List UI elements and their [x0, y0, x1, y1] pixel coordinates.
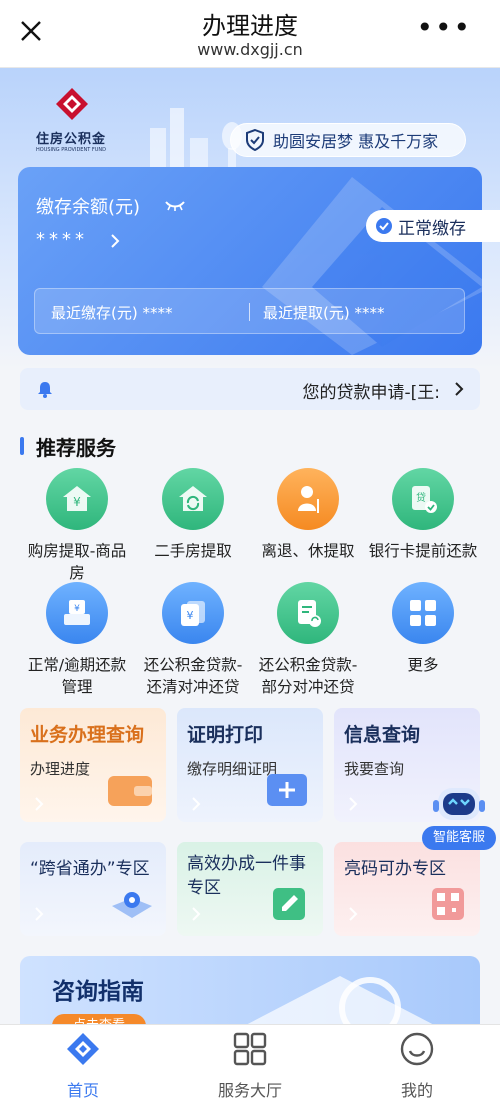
map-pin-icon: [112, 892, 152, 918]
edit-document-icon: [273, 888, 305, 920]
slogan-badge: 助圆安居梦 惠及千万家: [230, 123, 466, 157]
service-second-hand-withdrawal[interactable]: 二手房提取: [133, 468, 253, 562]
chevron-right-icon: [192, 797, 201, 811]
recent-deposit: 最近缴存(元) ****: [51, 304, 173, 322]
section-title: 推荐服务: [20, 432, 116, 460]
wallet-icon: [108, 776, 152, 806]
slogan-text: 助圆安居梦 惠及千万家: [273, 132, 439, 151]
tab-mine[interactable]: 我的: [357, 1031, 477, 1099]
grid-outline-icon: [233, 1032, 267, 1066]
more-icon[interactable]: •••: [416, 14, 472, 42]
eye-closed-icon[interactable]: [164, 199, 186, 211]
tab-label: 我的: [400, 1081, 433, 1099]
svg-text:¥: ¥: [74, 604, 80, 614]
tile-title: “跨省通办”专区: [30, 859, 150, 879]
assistant-label: 智能客服: [422, 826, 496, 850]
tile-subtitle: 我要查询: [344, 760, 405, 778]
chevron-right-icon[interactable]: [110, 233, 120, 249]
home-logo-icon: [67, 1033, 99, 1065]
house-money-icon: ¥: [46, 468, 108, 530]
tile-certificate-print[interactable]: 证明打印 缴存明细证明: [177, 708, 323, 822]
qr-code-icon: [432, 888, 464, 920]
tile-title: 业务办理查询: [30, 724, 145, 746]
book-illustration: [240, 976, 440, 1028]
tab-service-hall[interactable]: 服务大厅: [190, 1031, 310, 1099]
service-label: 还公积金贷款-部分对冲还贷: [258, 656, 358, 696]
chevron-right-icon: [35, 907, 44, 921]
top-bar: 办理进度 www.dxgjj.cn •••: [0, 0, 500, 68]
tile-subtitle: 办理进度: [30, 760, 91, 778]
tile-one-stop-service[interactable]: 高效办成一件事专区: [177, 842, 323, 936]
consult-title: 咨询指南: [52, 979, 144, 1005]
balance-value: ****: [36, 229, 88, 250]
notice-bar[interactable]: 您的贷款申请-[王:: [20, 368, 480, 410]
section-accent: [20, 437, 24, 455]
service-label: 正常/逾期还款管理: [27, 656, 127, 696]
tile-title: 证明打印: [187, 724, 264, 746]
loan-check-icon: 贷: [392, 468, 454, 530]
service-label: 离退、休提取: [261, 542, 355, 560]
elderly-person-icon: [277, 468, 339, 530]
shield-check-icon: [246, 129, 264, 151]
logo-name: 住房公积金: [36, 132, 107, 147]
grid-icon: [392, 582, 454, 644]
service-full-offset-repayment[interactable]: ¥ 还公积金贷款-还清对冲还贷: [133, 582, 253, 698]
balance-label: 缴存余额(元): [36, 197, 141, 218]
robot-icon: [433, 788, 485, 820]
tile-title: 亮码可办专区: [344, 859, 446, 879]
service-more[interactable]: 更多: [363, 582, 483, 676]
service-label: 二手房提取: [154, 542, 232, 560]
tab-label: 服务大厅: [217, 1081, 282, 1099]
service-label: 购房提取-商品房: [27, 542, 127, 582]
smart-assistant-button[interactable]: 智能客服: [422, 780, 496, 852]
recent-activity-box: 最近缴存(元) **** 最近提取(元) ****: [34, 288, 465, 334]
housing-fund-logo-icon: [56, 88, 88, 120]
house-refresh-icon: [162, 468, 224, 530]
tile-title: 信息查询: [344, 724, 421, 746]
chevron-right-icon[interactable]: [454, 381, 464, 397]
check-circle-icon: [376, 218, 392, 234]
service-label: 还公积金贷款-还清对冲还贷: [143, 656, 243, 696]
chevron-right-icon: [349, 907, 358, 921]
service-repayment-management[interactable]: ¥ 正常/逾期还款管理: [17, 582, 137, 698]
status-badge: 正常缴存: [366, 210, 500, 242]
tile-qr-code-service[interactable]: 亮码可办专区: [334, 842, 480, 936]
service-label: 银行卡提前还款: [368, 542, 478, 560]
chevron-right-icon: [349, 797, 358, 811]
chevron-right-icon: [35, 797, 44, 811]
money-cards-icon: ¥: [162, 582, 224, 644]
consult-guide-banner[interactable]: 咨询指南 点击查看: [20, 956, 480, 1028]
service-label: 更多: [407, 656, 439, 674]
status-text: 正常缴存: [398, 218, 466, 239]
divider: [249, 303, 250, 321]
svg-text:¥: ¥: [73, 495, 81, 509]
service-card-early-repayment[interactable]: 贷 银行卡提前还款: [363, 468, 483, 562]
printer-money-icon: ¥: [46, 582, 108, 644]
smile-face-icon: [400, 1032, 434, 1066]
bottom-tab-bar: 首页 服务大厅 我的: [0, 1024, 500, 1099]
service-retirement-withdrawal[interactable]: 离退、休提取: [248, 468, 368, 562]
recent-withdraw: 最近提取(元) ****: [263, 304, 385, 322]
tile-cross-province[interactable]: “跨省通办”专区: [20, 842, 166, 936]
svg-text:¥: ¥: [187, 609, 194, 622]
print-add-icon: [267, 774, 307, 806]
document-refresh-icon: [277, 582, 339, 644]
bell-icon: [38, 382, 52, 398]
service-home-purchase-withdrawal[interactable]: ¥ 购房提取-商品房: [17, 468, 137, 584]
balance-card[interactable]: 缴存余额(元) **** 最近缴存(元) **** 最近提取(元) ****: [18, 167, 482, 355]
tile-business-query[interactable]: 业务办理查询 办理进度: [20, 708, 166, 822]
logo: 住房公积金 HOUSING PROVIDENT FUND: [36, 86, 112, 153]
svg-text:贷: 贷: [416, 491, 426, 504]
notice-text: 您的贷款申请-[王:: [302, 383, 441, 403]
chevron-right-icon: [192, 907, 201, 921]
tab-label: 首页: [66, 1081, 99, 1099]
service-partial-offset-repayment[interactable]: 还公积金贷款-部分对冲还贷: [248, 582, 368, 698]
section-title-text: 推荐服务: [36, 435, 116, 460]
logo-subtitle: HOUSING PROVIDENT FUND: [36, 147, 106, 153]
tab-home[interactable]: 首页: [23, 1031, 143, 1099]
